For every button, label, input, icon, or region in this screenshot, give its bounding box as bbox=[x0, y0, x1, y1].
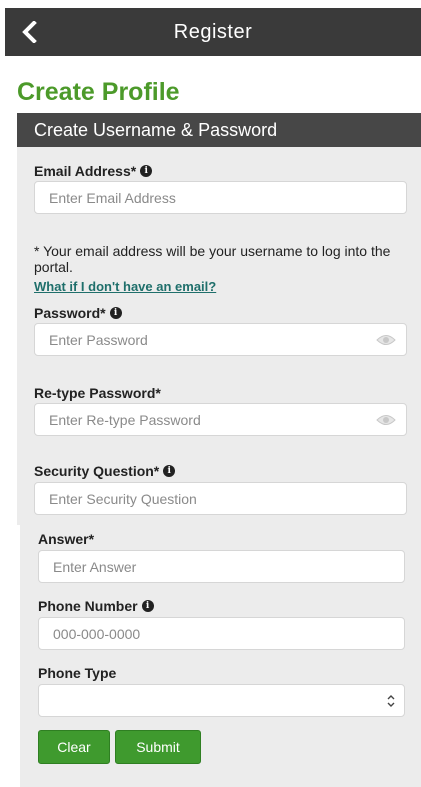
phone-number-field[interactable] bbox=[39, 618, 404, 649]
password-label: Password* i bbox=[34, 305, 122, 321]
email-field[interactable] bbox=[35, 182, 406, 213]
page-title: Create Profile bbox=[17, 78, 180, 106]
phone-number-label: Phone Number i bbox=[38, 598, 154, 614]
info-icon[interactable]: i bbox=[163, 465, 176, 477]
no-email-link[interactable]: What if I don't have an email? bbox=[34, 279, 216, 294]
info-icon[interactable]: i bbox=[140, 165, 153, 177]
select-arrows-icon bbox=[387, 695, 395, 707]
retype-password-label: Re-type Password* bbox=[34, 385, 161, 401]
back-button[interactable] bbox=[5, 8, 53, 56]
security-question-label: Security Question* i bbox=[34, 463, 176, 479]
eye-icon[interactable] bbox=[376, 414, 396, 426]
retype-password-field[interactable] bbox=[35, 404, 406, 435]
retype-password-field-wrapper bbox=[34, 403, 407, 436]
email-field-wrapper bbox=[34, 181, 407, 214]
email-label: Email Address* i bbox=[34, 163, 153, 179]
registration-card-lower: Answer* Phone Number i Phone Type Clear … bbox=[20, 525, 421, 787]
clear-button[interactable]: Clear bbox=[38, 730, 110, 764]
password-field[interactable] bbox=[35, 324, 406, 355]
header-title: Register bbox=[173, 21, 253, 43]
phone-type-select[interactable] bbox=[38, 684, 405, 717]
submit-button[interactable]: Submit bbox=[115, 730, 201, 764]
answer-field[interactable] bbox=[39, 551, 404, 582]
username-note: * Your email address will be your userna… bbox=[34, 243, 391, 275]
answer-field-wrapper bbox=[38, 550, 405, 583]
app-header: Register bbox=[5, 8, 421, 56]
password-field-wrapper bbox=[34, 323, 407, 356]
info-icon[interactable]: i bbox=[109, 307, 122, 319]
registration-card: Create Username & Password Email Address… bbox=[17, 113, 421, 525]
section-header: Create Username & Password bbox=[17, 113, 421, 147]
eye-icon[interactable] bbox=[376, 334, 396, 346]
phone-type-label: Phone Type bbox=[38, 665, 117, 681]
answer-label: Answer* bbox=[38, 531, 95, 547]
info-icon[interactable]: i bbox=[141, 600, 154, 612]
phone-number-field-wrapper bbox=[38, 617, 405, 650]
security-question-field[interactable] bbox=[35, 483, 406, 514]
security-question-field-wrapper bbox=[34, 482, 407, 515]
chevron-left-icon bbox=[22, 21, 37, 43]
